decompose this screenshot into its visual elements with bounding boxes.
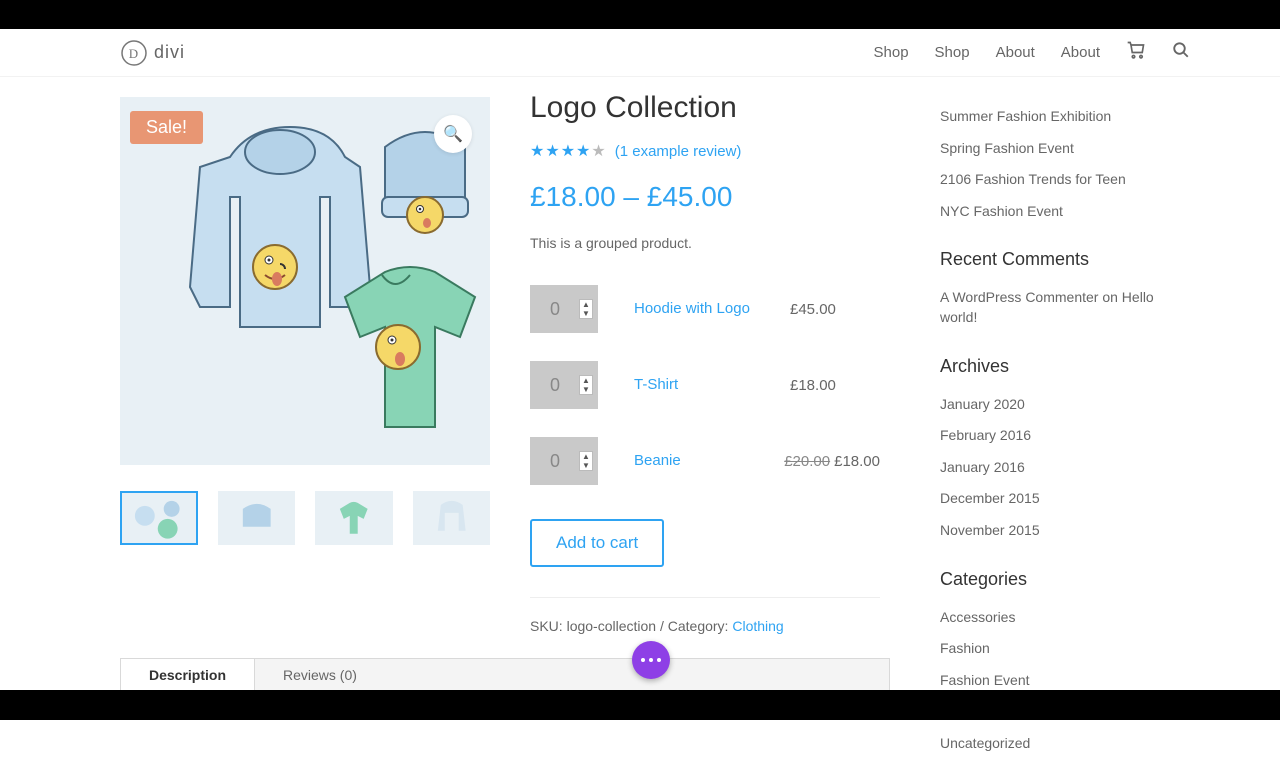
divi-logo-icon: D (120, 39, 148, 67)
letterbox-bottom (0, 690, 1280, 720)
category-item[interactable]: Accessories (940, 602, 1180, 634)
recent-comments-heading: Recent Comments (940, 249, 1180, 270)
archive-item[interactable]: January 2016 (940, 452, 1180, 484)
category-item[interactable]: Uncategorized (940, 728, 1180, 760)
group-row-beanie: ▲▼ Beanie £20.00£18.00 (530, 423, 880, 499)
nav-shop-1[interactable]: Shop (874, 44, 909, 61)
qty-down-icon[interactable]: ▼ (580, 461, 592, 470)
qty-input[interactable] (535, 375, 575, 396)
review-link[interactable]: (1 example review) (615, 143, 742, 160)
qty-up-icon[interactable]: ▲ (580, 452, 592, 461)
gallery-thumbs (120, 491, 490, 545)
archives-list: January 2020 February 2016 January 2016 … (940, 389, 1180, 547)
thumb-3[interactable] (315, 491, 393, 545)
cart-icon[interactable] (1126, 40, 1146, 65)
short-description: This is a grouped product. (530, 235, 880, 251)
recent-post[interactable]: 2106 Fashion Trends for Teen (940, 164, 1180, 196)
site-logo[interactable]: D divi (120, 39, 185, 67)
qty-hoodie[interactable]: ▲▼ (530, 285, 598, 333)
qty-down-icon[interactable]: ▼ (580, 385, 592, 394)
rating-row: ★★★★★ (1 example review) (530, 141, 880, 161)
category-label: Category: (668, 618, 729, 634)
logo-text: divi (154, 42, 185, 63)
qty-input[interactable] (535, 299, 575, 320)
letterbox-top (0, 0, 1280, 29)
search-icon[interactable] (1172, 41, 1190, 64)
grouped-product-table: ▲▼ Hoodie with Logo £45.00 ▲▼ T-Shirt £1… (530, 271, 880, 499)
star-rating: ★★★★★ (530, 141, 607, 161)
link-tshirt[interactable]: T-Shirt (634, 376, 678, 393)
apparel-illustration (120, 97, 490, 465)
category-link[interactable]: Clothing (732, 618, 783, 634)
price-hoodie: £45.00 (790, 301, 880, 318)
qty-input[interactable] (535, 451, 575, 472)
product-meta: SKU: logo-collection / Category: Clothin… (530, 597, 880, 634)
nav-shop-2[interactable]: Shop (935, 44, 970, 61)
link-beanie[interactable]: Beanie (634, 452, 681, 469)
categories-heading: Categories (940, 569, 1180, 590)
price-tshirt: £18.00 (790, 377, 880, 394)
nav-about-1[interactable]: About (996, 44, 1035, 61)
sku-value: logo-collection (567, 618, 657, 634)
recent-comment[interactable]: A WordPress Commenter on Hello world! (940, 282, 1180, 333)
price-beanie: £20.00£18.00 (784, 453, 880, 470)
sidebar: Summer Fashion Exhibition Spring Fashion… (940, 97, 1180, 760)
thumb-1[interactable] (120, 491, 198, 545)
site-header: D divi Shop Shop About About (0, 29, 1280, 77)
main-nav: Shop Shop About About (874, 40, 1231, 65)
qty-down-icon[interactable]: ▼ (580, 309, 592, 318)
qty-up-icon[interactable]: ▲ (580, 376, 592, 385)
nav-about-2[interactable]: About (1061, 44, 1100, 61)
product-featured-image[interactable]: Sale! 🔍 (120, 97, 490, 465)
sku-label: SKU: (530, 618, 563, 634)
tab-reviews[interactable]: Reviews (0) (255, 659, 385, 691)
thumb-2[interactable] (218, 491, 296, 545)
zoom-button[interactable]: 🔍 (434, 115, 472, 153)
category-item[interactable]: Fashion (940, 633, 1180, 665)
divi-fab-button[interactable] (632, 641, 670, 679)
link-hoodie[interactable]: Hoodie with Logo (634, 300, 750, 317)
archive-item[interactable]: December 2015 (940, 483, 1180, 515)
recent-post[interactable]: NYC Fashion Event (940, 196, 1180, 228)
qty-tshirt[interactable]: ▲▼ (530, 361, 598, 409)
archive-item[interactable]: November 2015 (940, 515, 1180, 547)
price-range: £18.00 – £45.00 (530, 181, 880, 213)
thumb-4[interactable] (413, 491, 491, 545)
product-title: Logo Collection (530, 91, 880, 125)
recent-post[interactable]: Spring Fashion Event (940, 133, 1180, 165)
archive-item[interactable]: January 2020 (940, 389, 1180, 421)
sale-badge: Sale! (130, 111, 203, 144)
archives-heading: Archives (940, 356, 1180, 377)
svg-text:D: D (129, 46, 139, 61)
group-row-tshirt: ▲▼ T-Shirt £18.00 (530, 347, 880, 423)
archive-item[interactable]: February 2016 (940, 420, 1180, 452)
group-row-hoodie: ▲▼ Hoodie with Logo £45.00 (530, 271, 880, 347)
categories-list: Accessories Fashion Fashion Event Techno… (940, 602, 1180, 760)
qty-up-icon[interactable]: ▲ (580, 300, 592, 309)
qty-beanie[interactable]: ▲▼ (530, 437, 598, 485)
add-to-cart-button[interactable]: Add to cart (530, 519, 664, 567)
product-tabs: Description Reviews (0) (120, 658, 890, 692)
recent-post[interactable]: Summer Fashion Exhibition (940, 101, 1180, 133)
tab-description[interactable]: Description (120, 658, 255, 691)
recent-posts-list: Summer Fashion Exhibition Spring Fashion… (940, 101, 1180, 227)
